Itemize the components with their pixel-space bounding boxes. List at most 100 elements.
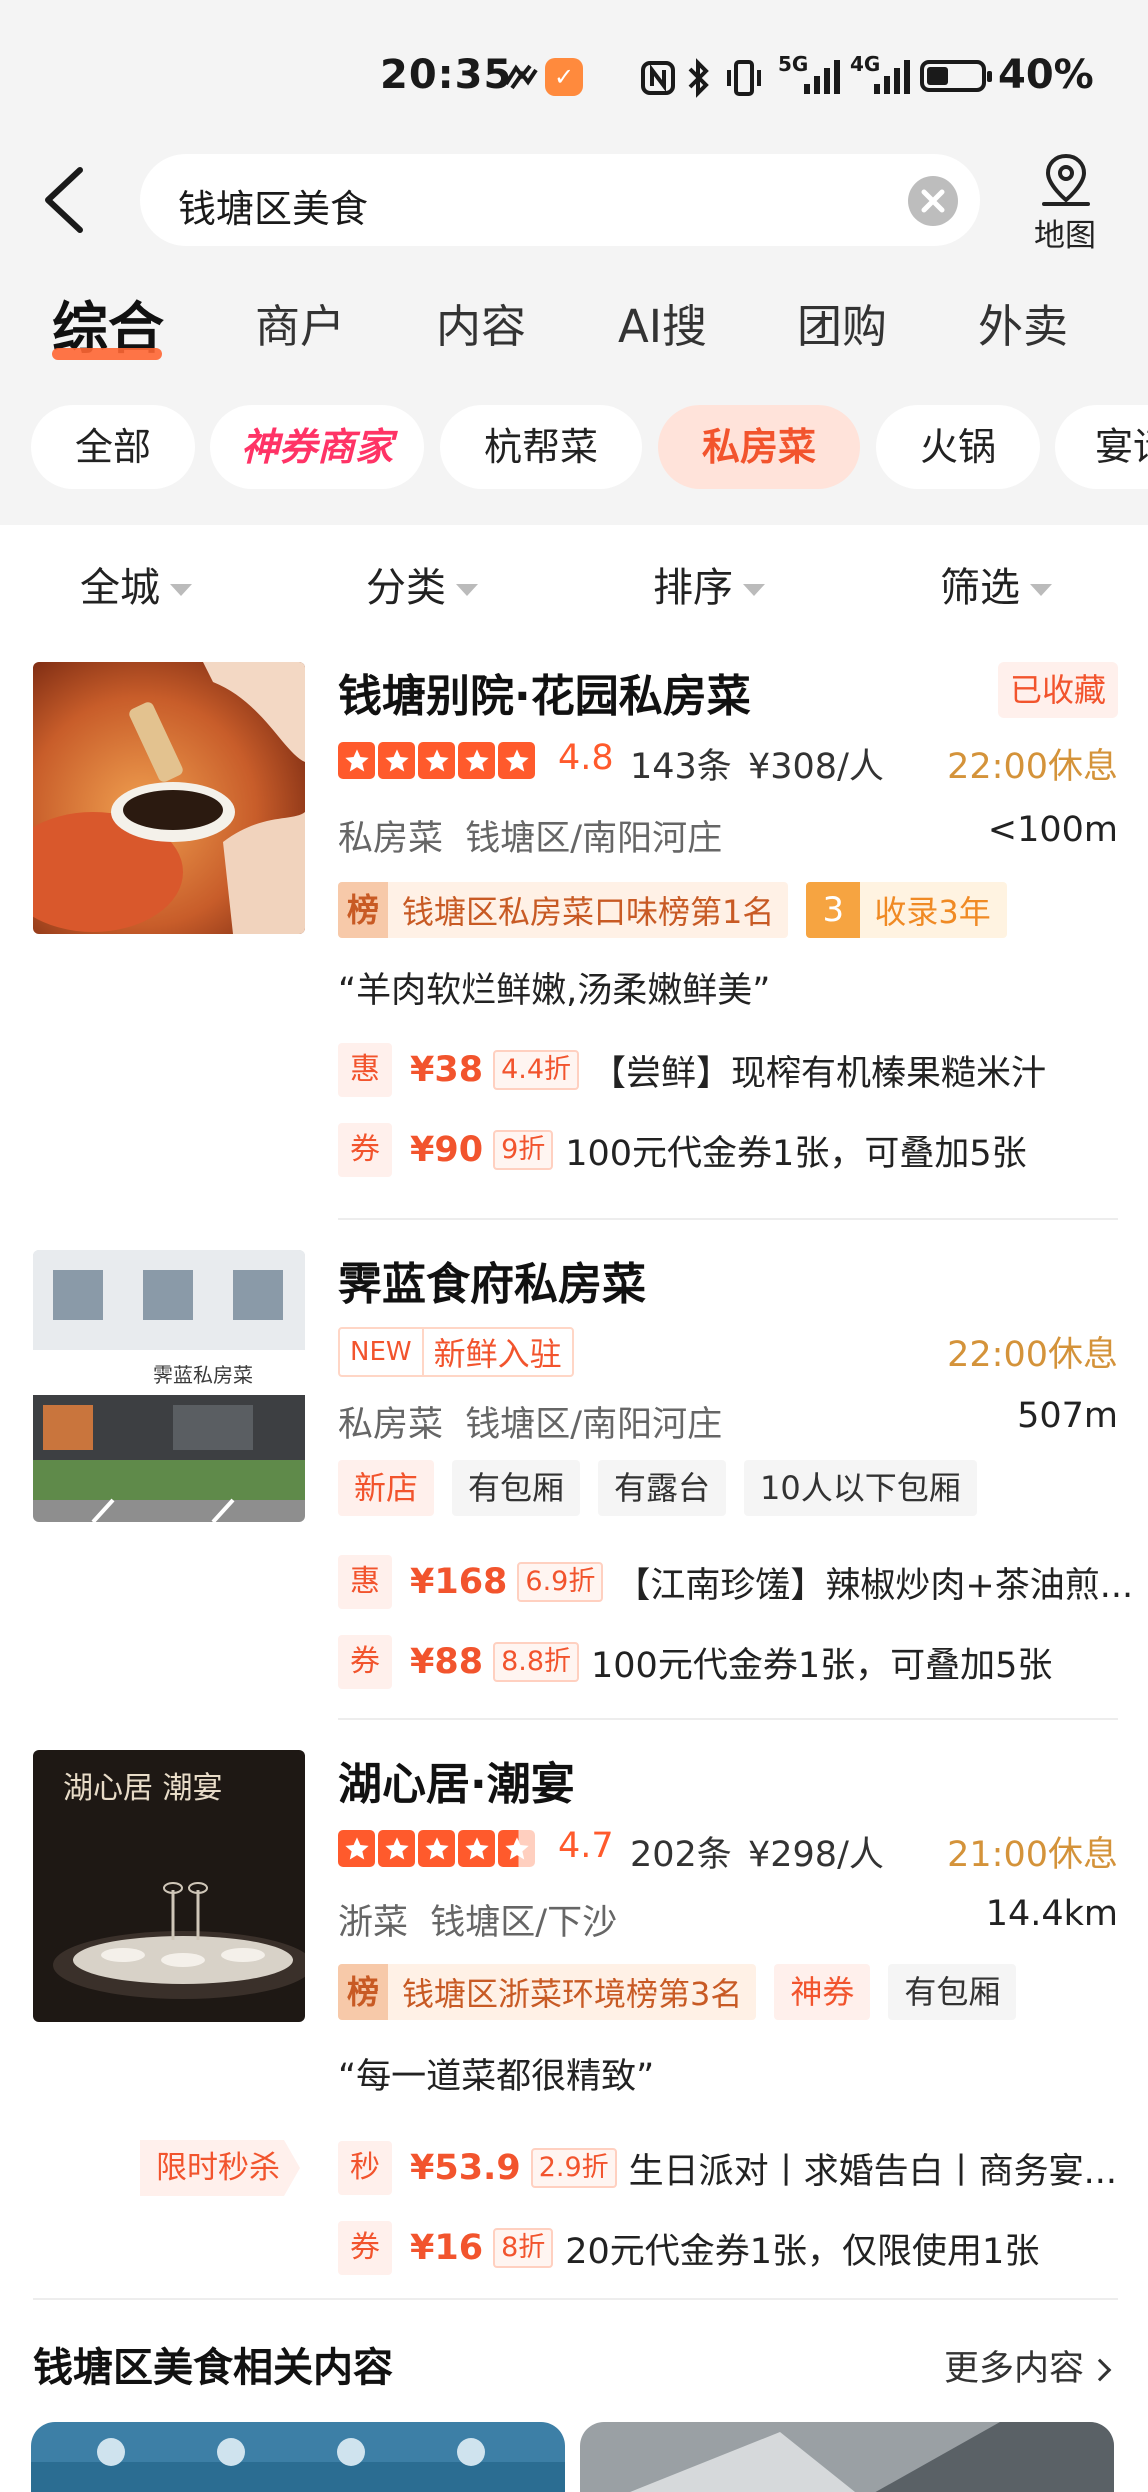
map-label: 地图 <box>1034 218 1096 254</box>
restaurant-photo <box>33 662 305 934</box>
deal-row[interactable]: 券 ¥90 9折 100元代金券1张，可叠加5张 <box>338 1122 1027 1178</box>
more-content-link[interactable]: 更多内容 <box>943 2340 1112 2391</box>
related-content-card[interactable] <box>31 2422 565 2492</box>
favorited-badge[interactable]: 已收藏 <box>998 662 1118 718</box>
distance: 507m <box>1017 1396 1118 1436</box>
chip-private-kitchen[interactable]: 私房菜 <box>658 405 860 489</box>
map-button[interactable]: 地图 <box>1020 150 1110 260</box>
related-content-card[interactable] <box>580 2422 1114 2492</box>
search-input[interactable]: 钱塘区美食 <box>140 154 980 246</box>
divider <box>33 2298 1118 2300</box>
store-sign: 霁蓝私房菜 <box>153 1363 253 1387</box>
result-tabs: 综合 商户 内容 AI搜 团购 外卖 <box>0 290 1148 370</box>
chip-coupon-merchants[interactable]: 神券商家 <box>210 405 424 489</box>
nfc-icon <box>641 61 675 95</box>
deal-price: ¥16 <box>410 2228 484 2268</box>
back-arrow-icon <box>45 167 83 233</box>
deal-type-icon: 惠 <box>338 1555 392 1609</box>
deal-description: 100元代金券1张，可叠加5张 <box>565 1133 1027 1174</box>
battery-icon <box>920 60 992 92</box>
filter-category[interactable]: 分类 <box>366 555 478 613</box>
deal-row[interactable]: 券 ¥88 8.8折 100元代金券1张，可叠加5张 <box>338 1634 1052 1690</box>
rating-score: 4.7 <box>558 1826 614 1866</box>
ranking-tag[interactable]: 榜钱塘区浙菜环境榜第3名 <box>338 1964 757 2020</box>
back-button[interactable] <box>36 160 96 240</box>
deal-row[interactable]: 秒 ¥53.9 2.9折 生日派对丨求婚告白丨商务宴... <box>338 2140 1117 2196</box>
deal-price: ¥168 <box>410 1562 508 1602</box>
filter-city-label: 全城 <box>80 565 160 611</box>
battery-percent: 40% <box>998 52 1094 98</box>
feature-tag: 有露台 <box>598 1460 727 1516</box>
tag-row: 榜钱塘区浙菜环境榜第3名 神券 有包厢 <box>338 1964 1017 2020</box>
deal-row[interactable]: 惠 ¥38 4.4折 【尝鲜】现榨有机榛果糙米汁 <box>338 1042 1046 1098</box>
close-icon <box>921 189 945 213</box>
chevron-right-icon <box>1088 2358 1112 2382</box>
star-icon <box>338 742 375 779</box>
caret-down-icon <box>170 584 192 596</box>
restaurant-category: 浙菜 钱塘区/下沙 <box>338 1894 617 1945</box>
restaurant-photo: 霁蓝私房菜 <box>33 1250 305 1522</box>
deal-row[interactable]: 券 ¥16 8折 20元代金券1张，仅限使用1张 <box>338 2220 1039 2276</box>
feature-tag: 新店 <box>338 1460 435 1516</box>
restaurant-category: 私房菜 钱塘区/南阳河庄 <box>338 1396 722 1447</box>
tab-group-buy[interactable]: 团购 <box>797 290 887 355</box>
deal-row[interactable]: 惠 ¥168 6.9折 【江南珍馐】辣椒炒肉+茶油煎... <box>338 1554 1133 1610</box>
ranking-icon: 榜 <box>338 882 388 938</box>
deal-description: 生日派对丨求婚告白丨商务宴... <box>628 2151 1118 2192</box>
chip-all[interactable]: 全部 <box>31 405 195 489</box>
price-per-person: ¥308/人 <box>748 747 884 787</box>
caret-down-icon <box>743 584 765 596</box>
tab-ai-search[interactable]: AI搜 <box>618 290 707 355</box>
deal-discount: 9折 <box>493 1130 554 1170</box>
deal-price: ¥53.9 <box>410 2148 521 2188</box>
link-icon <box>504 64 538 90</box>
star-icon <box>378 1830 415 1867</box>
deal-description: 【江南珍馐】辣椒炒肉+茶油煎... <box>615 1565 1134 1606</box>
tab-delivery[interactable]: 外卖 <box>978 290 1068 355</box>
filter-city[interactable]: 全城 <box>80 555 192 613</box>
star-icon <box>338 1830 375 1867</box>
star-icon <box>458 742 495 779</box>
coupon-tag: 神券 <box>774 1964 871 2020</box>
filter-more-label: 筛选 <box>940 565 1020 611</box>
filter-more[interactable]: 筛选 <box>940 555 1052 613</box>
tag-row: 新店 有包厢 有露台 10人以下包厢 <box>338 1460 977 1516</box>
star-icon <box>458 1830 495 1867</box>
deal-price: ¥88 <box>410 1642 484 1682</box>
deal-type-icon: 秒 <box>338 2141 392 2195</box>
chip-hotpot[interactable]: 火锅 <box>876 405 1040 489</box>
area-label: 钱塘区/南阳河庄 <box>465 1405 723 1445</box>
review-count: 143条 <box>630 747 732 787</box>
tag-row: NEW 新鲜入驻 <box>338 1324 574 1380</box>
battery-level <box>927 67 948 85</box>
caret-down-icon <box>1030 584 1052 596</box>
deal-price: ¥90 <box>410 1130 484 1170</box>
listing-card[interactable]: 钱塘别院·花园私房菜 已收藏 4.8 143条 ¥308/人 22:00休息 私… <box>0 660 1148 1220</box>
ranking-text: 钱塘区浙菜环境榜第3名 <box>402 1975 743 2013</box>
category-label: 浙菜 <box>338 1903 409 1943</box>
chip-hangzhou-cuisine[interactable]: 杭帮菜 <box>440 405 642 489</box>
listing-card[interactable]: 霁蓝私房菜 霁蓝食府私房菜 NEW 新鲜入驻 22:00休息 私房菜 钱塘区/南阳… <box>0 1248 1148 1708</box>
divider <box>338 1718 1118 1720</box>
years-text: 收录3年 <box>874 893 991 931</box>
tab-content[interactable]: 内容 <box>436 290 526 355</box>
feature-tag: 有包厢 <box>888 1964 1017 2020</box>
category-label: 私房菜 <box>338 819 444 859</box>
filter-category-label: 分类 <box>366 565 446 611</box>
review-count: 202条 <box>630 1835 732 1875</box>
photo-title: 湖心居 潮宴 <box>63 1771 223 1806</box>
more-content-label: 更多内容 <box>943 2349 1084 2389</box>
tab-merchants[interactable]: 商户 <box>255 290 345 355</box>
deal-description: 【尝鲜】现榨有机榛果糙米汁 <box>591 1053 1047 1094</box>
chip-banquet[interactable]: 宴请 <box>1055 405 1148 489</box>
distance: <100m <box>987 810 1118 850</box>
clear-search-button[interactable] <box>908 176 958 226</box>
restaurant-name: 钱塘别院·花园私房菜 <box>338 671 751 722</box>
star-icon <box>498 1830 535 1867</box>
active-tab-indicator <box>52 348 162 360</box>
listing-card[interactable]: 湖心居 潮宴 湖心居·潮宴 4.7 202条 ¥298/人 21:00休息 浙菜… <box>0 1748 1148 2288</box>
ranking-tag[interactable]: 榜钱塘区私房菜口味榜第1名 <box>338 882 789 938</box>
related-content-title: 钱塘区美食相关内容 <box>33 2345 393 2391</box>
filter-sort[interactable]: 排序 <box>653 555 765 613</box>
deal-type-icon: 券 <box>338 2221 392 2275</box>
